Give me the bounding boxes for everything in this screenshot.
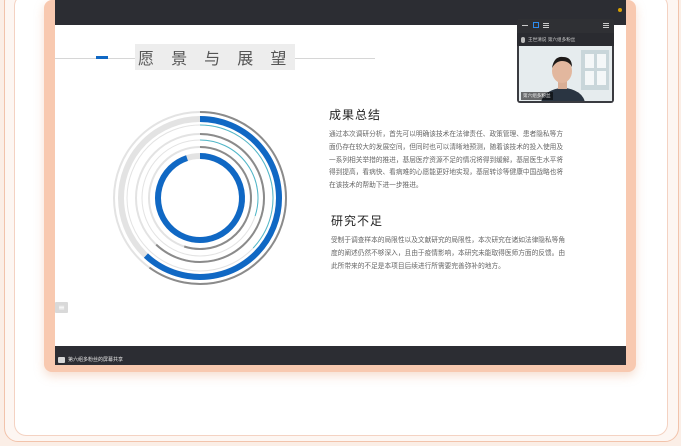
ring-bar-5 — [199, 139, 259, 217]
minimize-icon[interactable] — [522, 22, 528, 28]
screen-share-indicator: 第六组多粉丝的屏幕共享 — [58, 355, 123, 364]
participant-label: 第六组多粉丝 — [521, 92, 553, 100]
ring-bar-7 — [155, 153, 245, 243]
radial-chart-svg — [113, 111, 287, 285]
title-accent-mark — [96, 56, 108, 59]
mic-icon — [521, 36, 525, 43]
limitations-heading: 研究不足 — [331, 214, 384, 228]
video-panel[interactable]: 王世清说 第六组多粉丝 第六组多粉丝 — [517, 19, 614, 103]
radial-chart — [111, 109, 289, 287]
window-icon[interactable] — [533, 22, 539, 28]
more-icon[interactable] — [603, 22, 609, 28]
limitations-section: 研究不足 受制于调查样本的局限性以及文献研究的局限性，本次研究在诸如法律隐私等角… — [331, 212, 569, 272]
title-box: 愿 景 与 展 望 — [135, 44, 296, 70]
status-dot — [618, 8, 622, 12]
summary-body: 通过本次调研分析，首先可以明确该技术在法律责任、政策管理、患者隐私等方面仍存在较… — [329, 130, 564, 190]
summary-section: 成果总结 通过本次调研分析，首先可以明确该技术在法律责任、政策管理、患者隐私等方… — [329, 106, 565, 192]
slide-title: 愿 景 与 展 望 — [138, 49, 293, 68]
video-panel-header — [517, 19, 614, 33]
ring-bar-1 — [148, 111, 287, 285]
screen-share-icon — [58, 356, 65, 363]
summary-heading: 成果总结 — [329, 108, 382, 122]
menu-icon[interactable]: ≡ — [55, 302, 68, 313]
ring-bar-4 — [155, 133, 265, 263]
speaker-row: 王世清说 第六组多粉丝 — [517, 33, 614, 46]
slide-title-bar: 愿 景 与 展 望 — [55, 44, 375, 72]
screen-bottom-bar — [55, 346, 626, 365]
limitations-body: 受制于调查样本的局限性以及文献研究的局限性，本次研究在诸如法律隐私等角度的阐述仍… — [331, 236, 566, 270]
screen-share-text: 第六组多粉丝的屏幕共享 — [68, 357, 124, 363]
camera-feed: 第六组多粉丝 — [519, 46, 612, 101]
speaker-name: 王世清说 第六组多粉丝 — [528, 37, 576, 43]
list-icon[interactable] — [543, 22, 549, 28]
